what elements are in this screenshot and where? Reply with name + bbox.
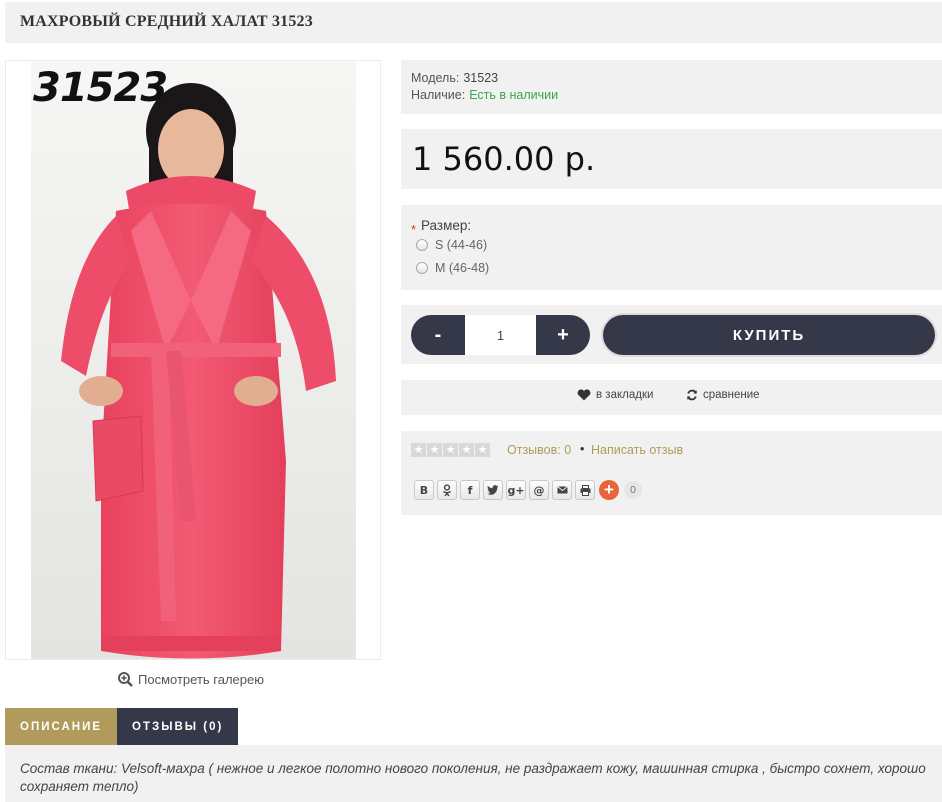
vkontakte-share-icon[interactable]: В bbox=[414, 480, 434, 500]
size-radio-s[interactable] bbox=[416, 239, 428, 251]
title-bar: МАХРОВЫЙ СРЕДНИЙ ХАЛАТ 31523 bbox=[5, 2, 942, 43]
view-gallery-label: Посмотреть галерею bbox=[138, 672, 264, 687]
add-to-compare-link[interactable]: сравнение bbox=[686, 389, 760, 401]
product-title: МАХРОВЫЙ СРЕДНИЙ ХАЛАТ 31523 bbox=[20, 13, 313, 30]
facebook-share-icon[interactable]: f bbox=[460, 480, 480, 500]
star-icon: ★ bbox=[443, 443, 458, 457]
purchase-panel: - + КУПИТЬ bbox=[401, 305, 942, 364]
rating-stars: ★ ★ ★ ★ ★ bbox=[411, 443, 490, 457]
heart-icon bbox=[577, 389, 591, 401]
star-icon: ★ bbox=[411, 443, 426, 457]
model-row: Модель: 31523 bbox=[411, 70, 932, 87]
zoom-icon bbox=[118, 672, 133, 687]
size-label: Размер: bbox=[421, 218, 472, 233]
quantity-increase-button[interactable]: + bbox=[536, 315, 590, 355]
wishlist-compare-panel: в закладки сравнение bbox=[401, 380, 942, 415]
reviews-panel: ★ ★ ★ ★ ★ Отзывов: 0 • Написать отзыв В … bbox=[401, 431, 942, 515]
model-value: 31523 bbox=[463, 71, 499, 85]
envelope-icon bbox=[556, 486, 568, 494]
odnoklassniki-share-icon[interactable] bbox=[437, 480, 457, 500]
buy-button[interactable]: КУПИТЬ bbox=[603, 315, 935, 355]
separator-dot: • bbox=[580, 442, 585, 456]
product-image[interactable]: 31523 bbox=[5, 60, 381, 660]
model-label: Модель: bbox=[411, 71, 460, 85]
email-share-icon[interactable] bbox=[552, 480, 572, 500]
stock-status: Есть в наличии bbox=[469, 88, 559, 102]
view-gallery-link[interactable]: Посмотреть галерею bbox=[118, 672, 264, 687]
compare-label: сравнение bbox=[703, 389, 760, 401]
wishlist-label: в закладки bbox=[596, 389, 654, 401]
required-marker: * bbox=[411, 222, 417, 237]
refresh-icon bbox=[687, 389, 697, 401]
stock-row: Наличие: Есть в наличии bbox=[411, 87, 932, 104]
printer-icon bbox=[580, 484, 590, 496]
description-panel: Состав ткани: Velsoft-махра ( нежное и л… bbox=[5, 745, 942, 802]
stock-label: Наличие: bbox=[411, 88, 466, 102]
size-options: * Размер: S (44-46) M (46-48) bbox=[401, 205, 942, 290]
star-icon: ★ bbox=[459, 443, 474, 457]
google-plus-share-icon[interactable]: g+ bbox=[506, 480, 526, 500]
star-icon: ★ bbox=[475, 443, 490, 457]
price-panel: 1 560.00 р. bbox=[401, 129, 942, 189]
size-option-m-label: M (46-48) bbox=[435, 261, 490, 275]
odnoklassniki-icon bbox=[443, 483, 451, 496]
print-share-icon[interactable] bbox=[575, 480, 595, 500]
mailru-share-icon[interactable]: @ bbox=[529, 480, 549, 500]
product-tabs: ОПИСАНИЕ ОТЗЫВЫ (0) bbox=[5, 708, 239, 745]
product-info: Модель: 31523 Наличие: Есть в наличии bbox=[401, 60, 942, 114]
size-radio-m[interactable] bbox=[416, 262, 428, 274]
star-icon: ★ bbox=[427, 443, 442, 457]
product-description: Состав ткани: Velsoft-махра ( нежное и л… bbox=[20, 761, 926, 794]
reviews-count-link[interactable]: Отзывов: 0 bbox=[507, 443, 571, 457]
share-counter: 0 bbox=[624, 481, 642, 499]
product-price: 1 560.00 р. bbox=[412, 140, 596, 178]
more-share-plus-icon[interactable]: + bbox=[599, 480, 619, 500]
share-buttons: В f g+ @ + 0 bbox=[414, 480, 642, 500]
size-option-s[interactable]: S (44-46) bbox=[416, 238, 487, 252]
twitter-bird-icon bbox=[487, 485, 499, 495]
tab-description[interactable]: ОПИСАНИЕ bbox=[5, 708, 118, 745]
product-code-watermark: 31523 bbox=[33, 65, 168, 111]
size-option-s-label: S (44-46) bbox=[435, 238, 488, 252]
tab-reviews[interactable]: ОТЗЫВЫ (0) bbox=[117, 708, 239, 745]
twitter-share-icon[interactable] bbox=[483, 480, 503, 500]
write-review-link[interactable]: Написать отзыв bbox=[591, 443, 683, 457]
size-option-m[interactable]: M (46-48) bbox=[416, 261, 489, 275]
product-photo bbox=[31, 61, 356, 659]
quantity-input[interactable] bbox=[465, 315, 536, 355]
quantity-decrease-button[interactable]: - bbox=[411, 315, 465, 355]
add-to-wishlist-link[interactable]: в закладки bbox=[577, 389, 653, 401]
